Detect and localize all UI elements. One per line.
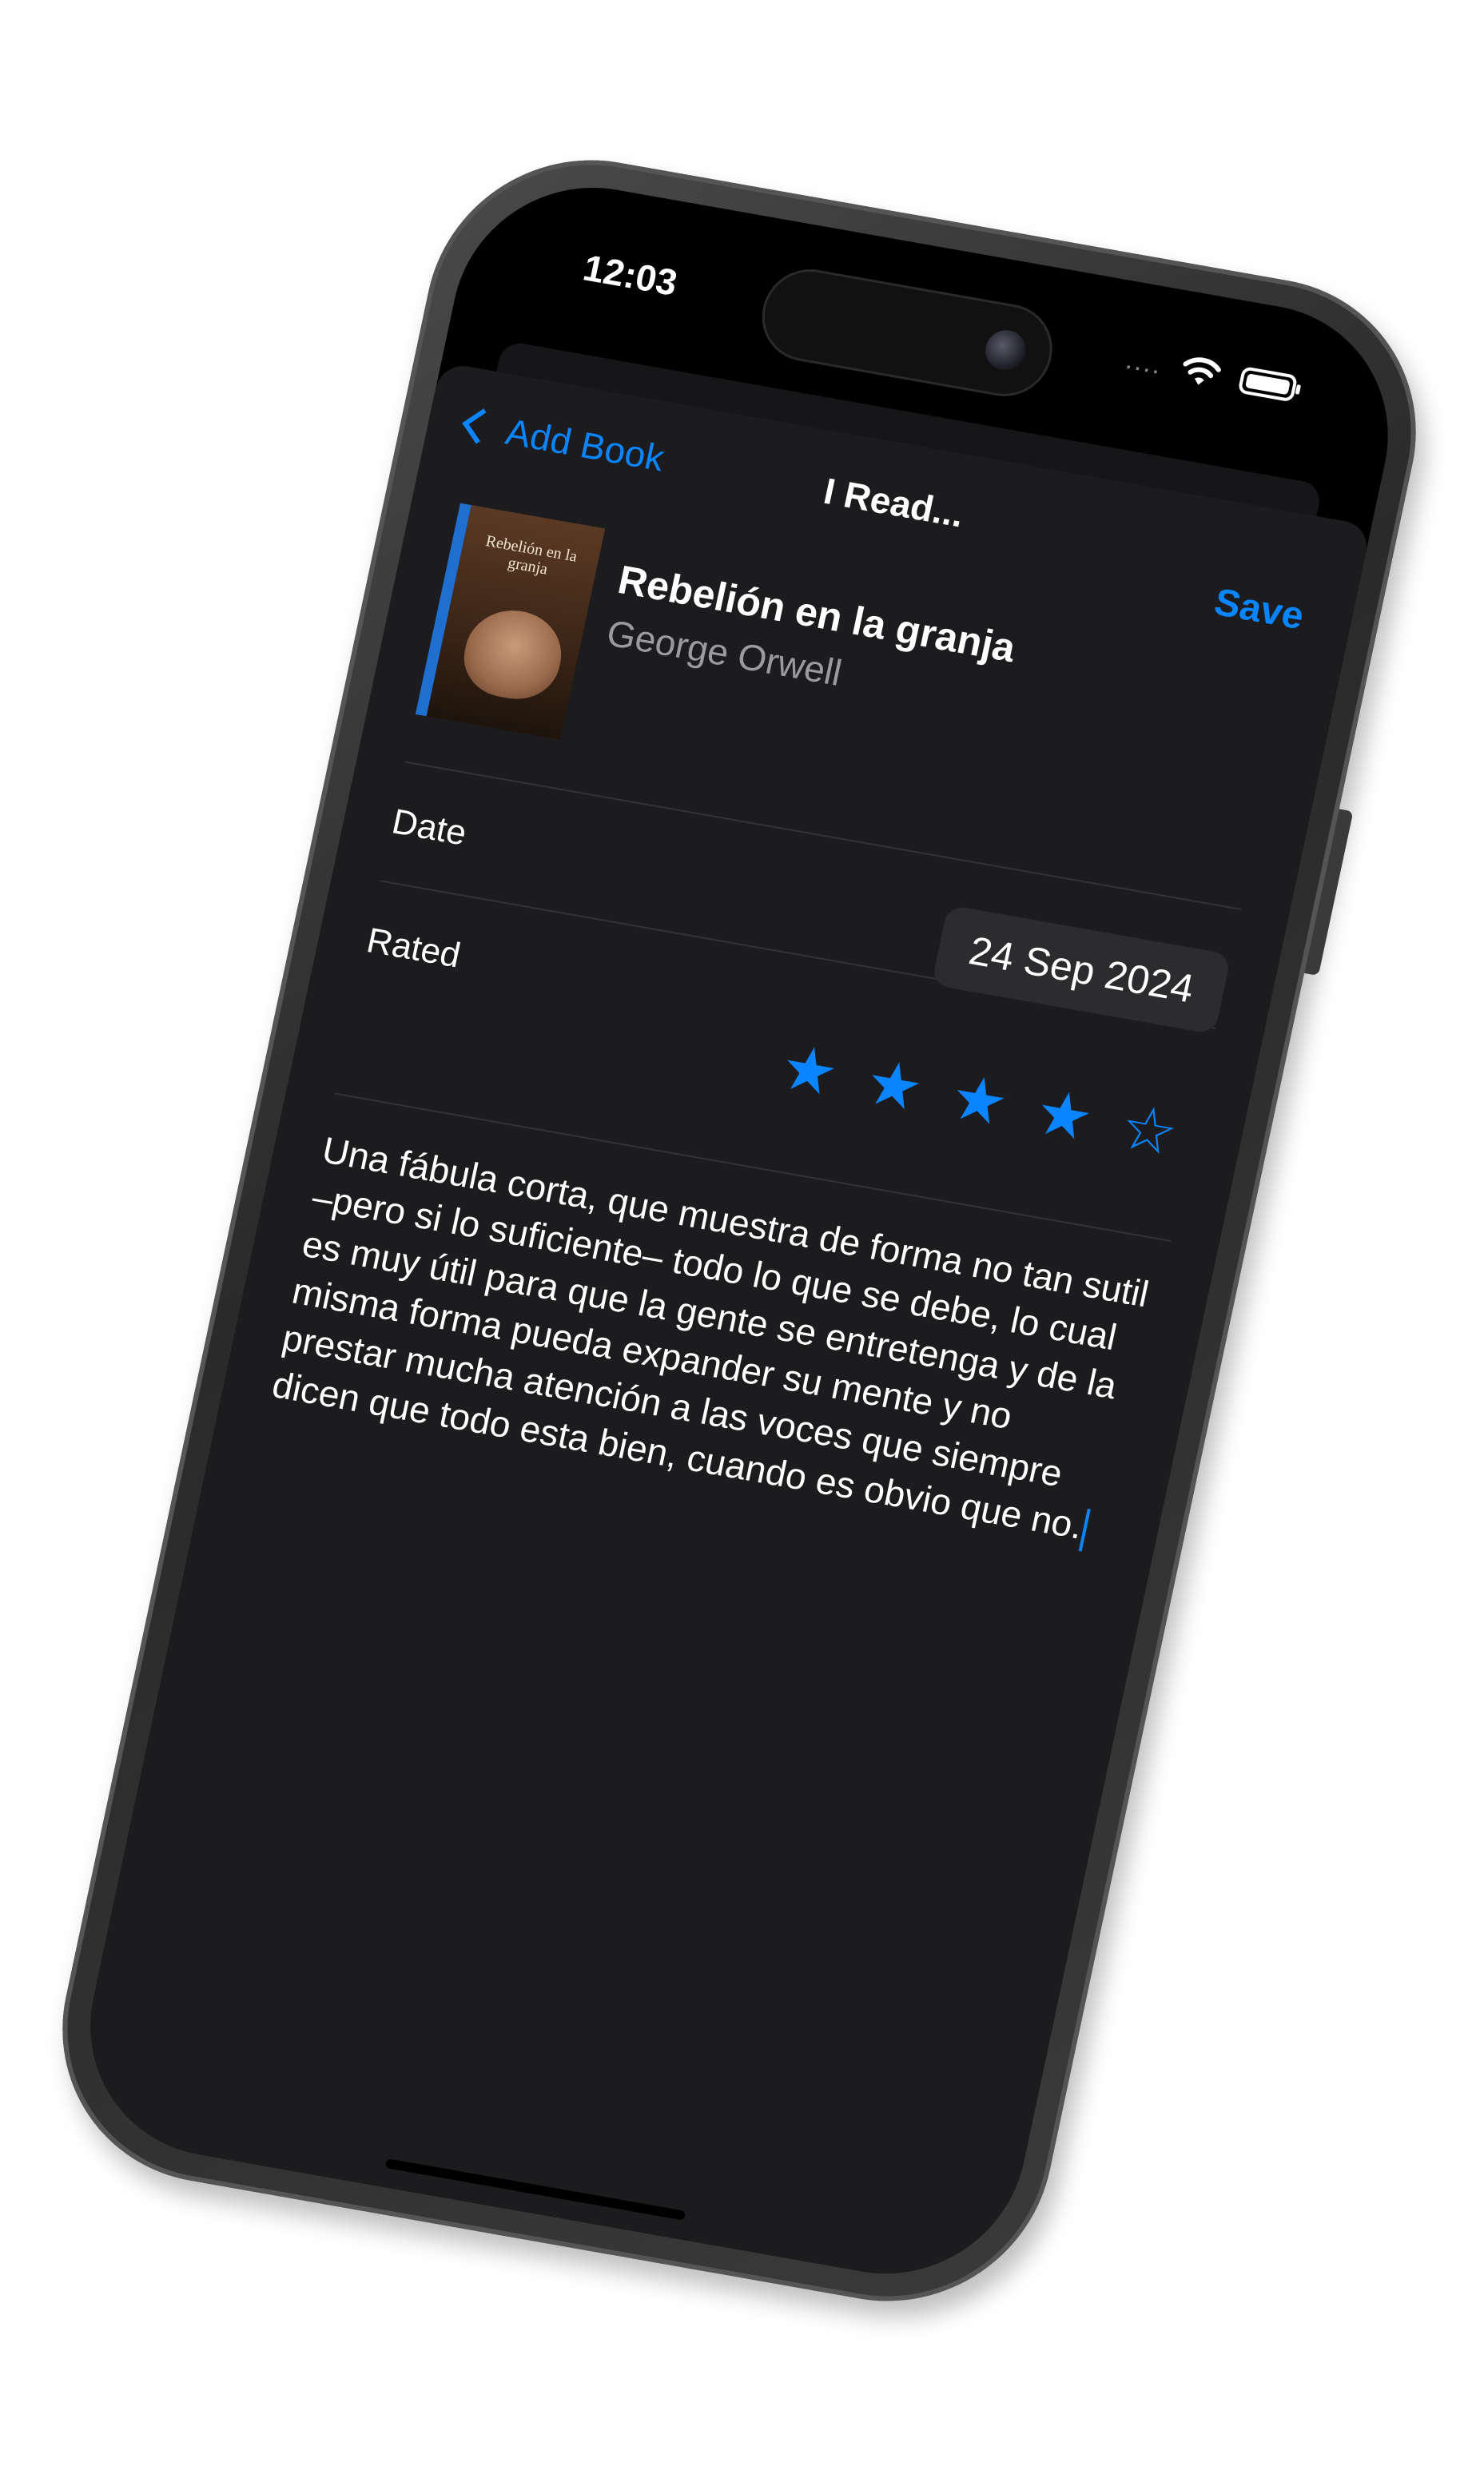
date-label: Date (388, 801, 471, 853)
star-filled-icon[interactable]: ★ (1029, 1076, 1099, 1154)
star-filled-icon[interactable]: ★ (945, 1061, 1014, 1140)
book-cover: Rebelión en la granja (415, 503, 606, 740)
phone-device: 12:03 .... Add Book I Read... Save Rebel… (33, 134, 1446, 2327)
cover-title: Rebelión en la granja (483, 532, 579, 579)
status-time: 12:03 (579, 246, 682, 304)
review-text: Una fábula corta, que muestra de forma n… (269, 1128, 1153, 1547)
dynamic-island (753, 261, 1061, 404)
i-read-sheet: Add Book I Read... Save Rebelión en la g… (65, 361, 1372, 2295)
book-info: Rebelión en la granja George Orwell (603, 556, 1020, 723)
rating-stars: ★ ★ ★ ★ ☆ (774, 1031, 1184, 1169)
status-icons: .... (1123, 344, 1306, 406)
wifi-icon (1183, 357, 1221, 385)
battery-icon (1239, 367, 1301, 401)
signal-icon: .... (1123, 344, 1166, 380)
star-empty-icon[interactable]: ☆ (1115, 1091, 1184, 1169)
star-filled-icon[interactable]: ★ (860, 1046, 929, 1124)
cover-pig-illustration (456, 603, 570, 706)
scene: 12:03 .... Add Book I Read... Save Rebel… (0, 0, 1484, 2474)
star-filled-icon[interactable]: ★ (774, 1031, 844, 1109)
phone-screen: 12:03 .... Add Book I Read... Save Rebel… (65, 166, 1414, 2295)
review-text-area[interactable]: Una fábula corta, que muestra de forma n… (268, 1092, 1171, 1556)
camera-icon (981, 327, 1030, 373)
rated-label: Rated (363, 921, 464, 976)
